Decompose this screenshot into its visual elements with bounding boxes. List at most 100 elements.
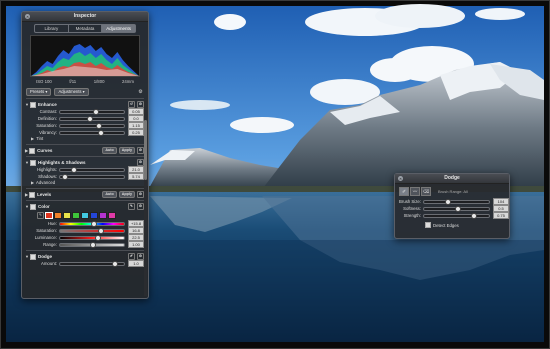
levels-apply-button[interactable]: Apply	[118, 191, 135, 198]
inspector-scrollbar[interactable]	[144, 100, 147, 296]
shadows-slider[interactable]	[59, 173, 125, 180]
feather-icon[interactable]: 〰	[410, 187, 420, 196]
detect-edges-option[interactable]: Detect Edges	[425, 222, 509, 228]
curves-auto-button[interactable]: Auto	[102, 147, 117, 154]
color-swatch[interactable]	[63, 212, 71, 219]
saturation-slider[interactable]	[59, 122, 125, 129]
disclosure-triangle-icon[interactable]: ▼	[25, 253, 29, 260]
gear-icon[interactable]: ⚙	[137, 191, 144, 198]
vibrancy-value[interactable]: 0.25	[128, 129, 144, 136]
color-header[interactable]: ▼ Color ✎ ⚙	[25, 203, 144, 210]
brush-icon[interactable]: ✐	[399, 187, 409, 196]
saturation-value[interactable]: 1.15	[128, 122, 144, 129]
shadows-value[interactable]: 5.74	[128, 173, 144, 180]
levels-checkbox[interactable]	[29, 191, 36, 198]
enhance-checkbox[interactable]	[29, 101, 36, 108]
slider-knob[interactable]	[454, 205, 461, 212]
strength-slider[interactable]	[423, 212, 490, 219]
brush-size-value[interactable]: 104	[493, 198, 509, 205]
scrollbar-thumb[interactable]	[144, 120, 147, 180]
color-swatch[interactable]	[81, 212, 89, 219]
slider-knob[interactable]	[97, 227, 104, 234]
gear-icon[interactable]: ⚙	[137, 159, 144, 166]
tab-library[interactable]: Library	[35, 25, 69, 32]
levels-header[interactable]: ▶ Levels Auto Apply ⚙	[25, 191, 144, 198]
disclosure-triangle-icon[interactable]: ▶	[25, 191, 28, 198]
dodge-checkbox[interactable]	[29, 253, 36, 260]
eyedropper-icon[interactable]: ✎	[37, 212, 44, 219]
curves-header[interactable]: ▶ Curves Auto Apply ⚙	[25, 147, 144, 154]
slider-knob[interactable]	[444, 198, 451, 205]
presets-popup[interactable]: Presets ▾	[26, 88, 52, 96]
gear-icon[interactable]: ⚙	[137, 253, 144, 260]
color-swatch[interactable]	[99, 212, 107, 219]
softness-value[interactable]: 0.5	[493, 205, 509, 212]
vibrancy-slider[interactable]	[59, 129, 125, 136]
color-swatch[interactable]	[45, 212, 53, 219]
brush-size-slider[interactable]	[423, 198, 490, 205]
slider-knob[interactable]	[96, 122, 103, 129]
gear-icon[interactable]: ⚙	[137, 147, 144, 154]
curves-checkbox[interactable]	[29, 147, 36, 154]
contrast-slider[interactable]	[59, 108, 125, 115]
range-slider[interactable]	[59, 241, 125, 248]
slider-knob[interactable]	[470, 212, 477, 219]
amount-value[interactable]: 1.0	[128, 260, 144, 267]
dodge-hud-titlebar[interactable]: × Dodge	[395, 174, 509, 184]
disclosure-triangle-icon[interactable]: ▼	[25, 101, 29, 108]
close-icon[interactable]: ×	[398, 176, 403, 181]
definition-slider[interactable]	[59, 115, 125, 122]
gear-icon[interactable]: ⚙	[137, 203, 144, 210]
luminance-value[interactable]: 22.5	[128, 234, 144, 241]
slider-knob[interactable]	[112, 260, 119, 267]
tint-disclosure[interactable]: ▶ Tint	[31, 136, 144, 142]
highlights-shadows-header[interactable]: ▼ Highlights & Shadows ⚙	[25, 159, 144, 166]
levels-auto-button[interactable]: Auto	[102, 191, 117, 198]
curves-apply-button[interactable]: Apply	[118, 147, 135, 154]
color-swatch[interactable]	[54, 212, 62, 219]
color-swatch[interactable]	[72, 212, 80, 219]
slider-knob[interactable]	[61, 173, 68, 180]
slider-knob[interactable]	[71, 166, 78, 173]
tab-metadata[interactable]: Metadata	[69, 25, 103, 32]
inspector-titlebar[interactable]: × Inspector	[22, 12, 148, 22]
slider-knob[interactable]	[97, 129, 104, 136]
range-value[interactable]: 1.00	[128, 241, 144, 248]
color-swatch[interactable]	[90, 212, 98, 219]
eyedropper-icon[interactable]: ✎	[128, 203, 135, 210]
slider-knob[interactable]	[93, 108, 100, 115]
adjustments-popup[interactable]: Adjustments ▾	[54, 88, 89, 96]
disclosure-triangle-icon[interactable]: ▼	[25, 159, 29, 166]
slider-knob[interactable]	[90, 241, 96, 248]
luminance-slider[interactable]	[59, 234, 125, 241]
eraser-icon[interactable]: ⌫	[421, 187, 431, 196]
color-swatch[interactable]	[108, 212, 116, 219]
strength-value[interactable]: 0.75	[493, 212, 509, 219]
hue-slider[interactable]	[59, 220, 125, 227]
color-saturation-slider[interactable]	[59, 227, 125, 234]
slider-knob[interactable]	[91, 220, 98, 227]
disclosure-triangle-icon[interactable]: ▶	[31, 136, 34, 141]
softness-slider[interactable]	[423, 205, 490, 212]
slider-knob[interactable]	[86, 115, 93, 122]
enhance-header[interactable]: ▼ Enhance ↺ ⚙	[25, 101, 144, 108]
highlights-value[interactable]: 21.0	[128, 166, 144, 173]
detect-edges-checkbox[interactable]	[425, 222, 431, 228]
amount-slider[interactable]	[59, 260, 125, 267]
contrast-value[interactable]: 0.05	[128, 108, 144, 115]
hue-value[interactable]: +15.8	[128, 220, 144, 227]
dodge-header[interactable]: ▼ Dodge ✐ ⚙	[25, 253, 144, 260]
definition-value[interactable]: 0.0	[128, 115, 144, 122]
close-icon[interactable]: ×	[25, 14, 30, 19]
tab-adjustments[interactable]: Adjustments	[102, 25, 136, 32]
highlights-shadows-checkbox[interactable]	[29, 159, 36, 166]
gear-icon[interactable]: ⚙	[137, 89, 144, 95]
reset-icon[interactable]: ↺	[128, 101, 135, 108]
brush-icon[interactable]: ✐	[128, 253, 135, 260]
slider-knob[interactable]	[95, 234, 102, 241]
color-checkbox[interactable]	[29, 203, 36, 210]
color-saturation-value[interactable]: 16.8	[128, 227, 144, 234]
disclosure-triangle-icon[interactable]: ▶	[25, 147, 28, 154]
disclosure-triangle-icon[interactable]: ▶	[31, 180, 34, 185]
highlights-slider[interactable]	[59, 166, 125, 173]
